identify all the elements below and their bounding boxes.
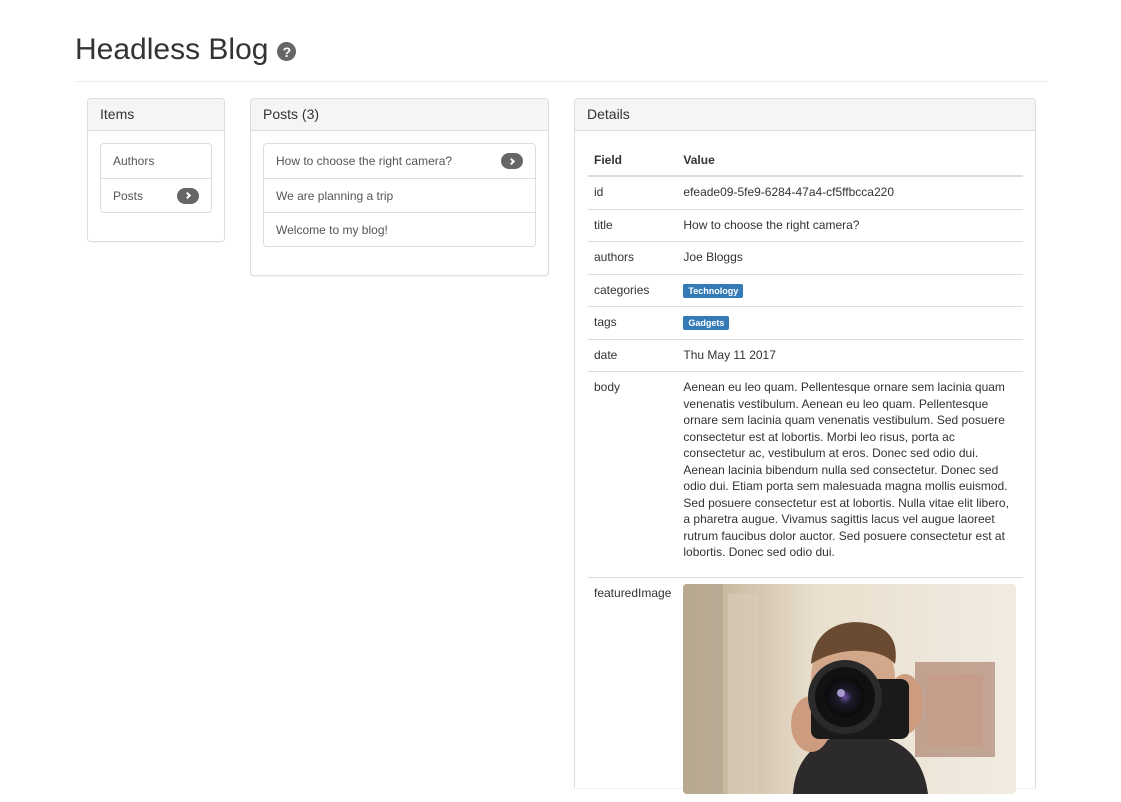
- column-header-field: Field: [588, 143, 678, 177]
- chevron-right-icon: [177, 187, 199, 204]
- posts-panel-heading: Posts (3): [251, 99, 548, 131]
- posts-list-item-label: We are planning a trip: [276, 188, 394, 203]
- posts-list: How to choose the right camera? We are p…: [263, 143, 536, 247]
- page-header: Headless Blog ?: [75, 30, 1048, 82]
- field-name: id: [594, 185, 604, 199]
- chevron-right-icon: [501, 153, 523, 169]
- field-value: Joe Bloggs: [677, 241, 1023, 274]
- field-value: Aenean eu leo quam. Pellentesque ornare …: [677, 371, 1023, 577]
- field-name: title: [588, 208, 678, 242]
- field-name: date: [588, 338, 678, 372]
- posts-list-item[interactable]: We are planning a trip: [264, 178, 535, 212]
- page-title: Headless Blog ?: [75, 30, 1048, 70]
- table-row: featuredImage: [588, 576, 1023, 802]
- table-row: date Thu May 11 2017: [588, 338, 1023, 372]
- photographer-with-camera-photo: [683, 583, 1017, 794]
- field-name: tags: [588, 306, 678, 339]
- field-value: efeade09-5fe9-6284-47a4-cf5ffbcca220: [683, 185, 894, 199]
- field-value: How to choose the right camera?: [677, 208, 1023, 242]
- page-title-text: Headless Blog: [75, 33, 269, 66]
- items-panel-heading: Items: [88, 99, 224, 131]
- help-icon[interactable]: ?: [277, 42, 297, 61]
- items-panel: Items Authors Posts: [87, 98, 225, 242]
- field-value: Technology: [677, 273, 1023, 307]
- posts-list-item[interactable]: How to choose the right camera?: [264, 144, 535, 178]
- table-row: authors Joe Bloggs: [588, 241, 1023, 274]
- field-value: Gadgets: [677, 306, 1023, 339]
- posts-list-item-label: How to choose the right camera?: [276, 154, 453, 168]
- field-name: featuredImage: [588, 576, 678, 802]
- category-badge: Technology: [683, 283, 744, 298]
- posts-panel: Posts (3) How to choose the right camera…: [250, 98, 549, 276]
- field-name: categories: [588, 273, 678, 307]
- field-value: [677, 576, 1023, 802]
- posts-list-item-label: Welcome to my blog!: [276, 222, 388, 237]
- table-row: categories Technology: [588, 273, 1023, 307]
- field-name: authors: [588, 241, 678, 274]
- table-row: body Aenean eu leo quam. Pellentesque or…: [588, 371, 1023, 577]
- items-list: Authors Posts: [100, 143, 212, 213]
- posts-list-item[interactable]: Welcome to my blog!: [264, 212, 535, 246]
- details-panel-heading: Details: [575, 99, 1035, 131]
- field-value: Thu May 11 2017: [677, 338, 1023, 372]
- table-row: tags Gadgets: [588, 306, 1023, 339]
- items-list-item-authors[interactable]: Authors: [101, 144, 211, 178]
- tag-badge: Gadgets: [683, 316, 730, 330]
- details-table: Field Value id efeade09-5fe9-6284-47a4-c…: [588, 143, 1023, 802]
- details-panel: Details Field Value id efeade09-5fe9-628…: [574, 98, 1036, 802]
- items-list-item-label: Posts: [113, 188, 144, 203]
- items-list-item-posts[interactable]: Posts: [101, 178, 211, 212]
- table-row: id efeade09-5fe9-6284-47a4-cf5ffbcca220: [588, 176, 1023, 209]
- column-header-value: Value: [677, 143, 1023, 177]
- items-list-item-label: Authors: [113, 154, 155, 168]
- table-row: title How to choose the right camera?: [588, 208, 1023, 242]
- field-name: body: [588, 371, 678, 577]
- featured-image: [683, 583, 1017, 794]
